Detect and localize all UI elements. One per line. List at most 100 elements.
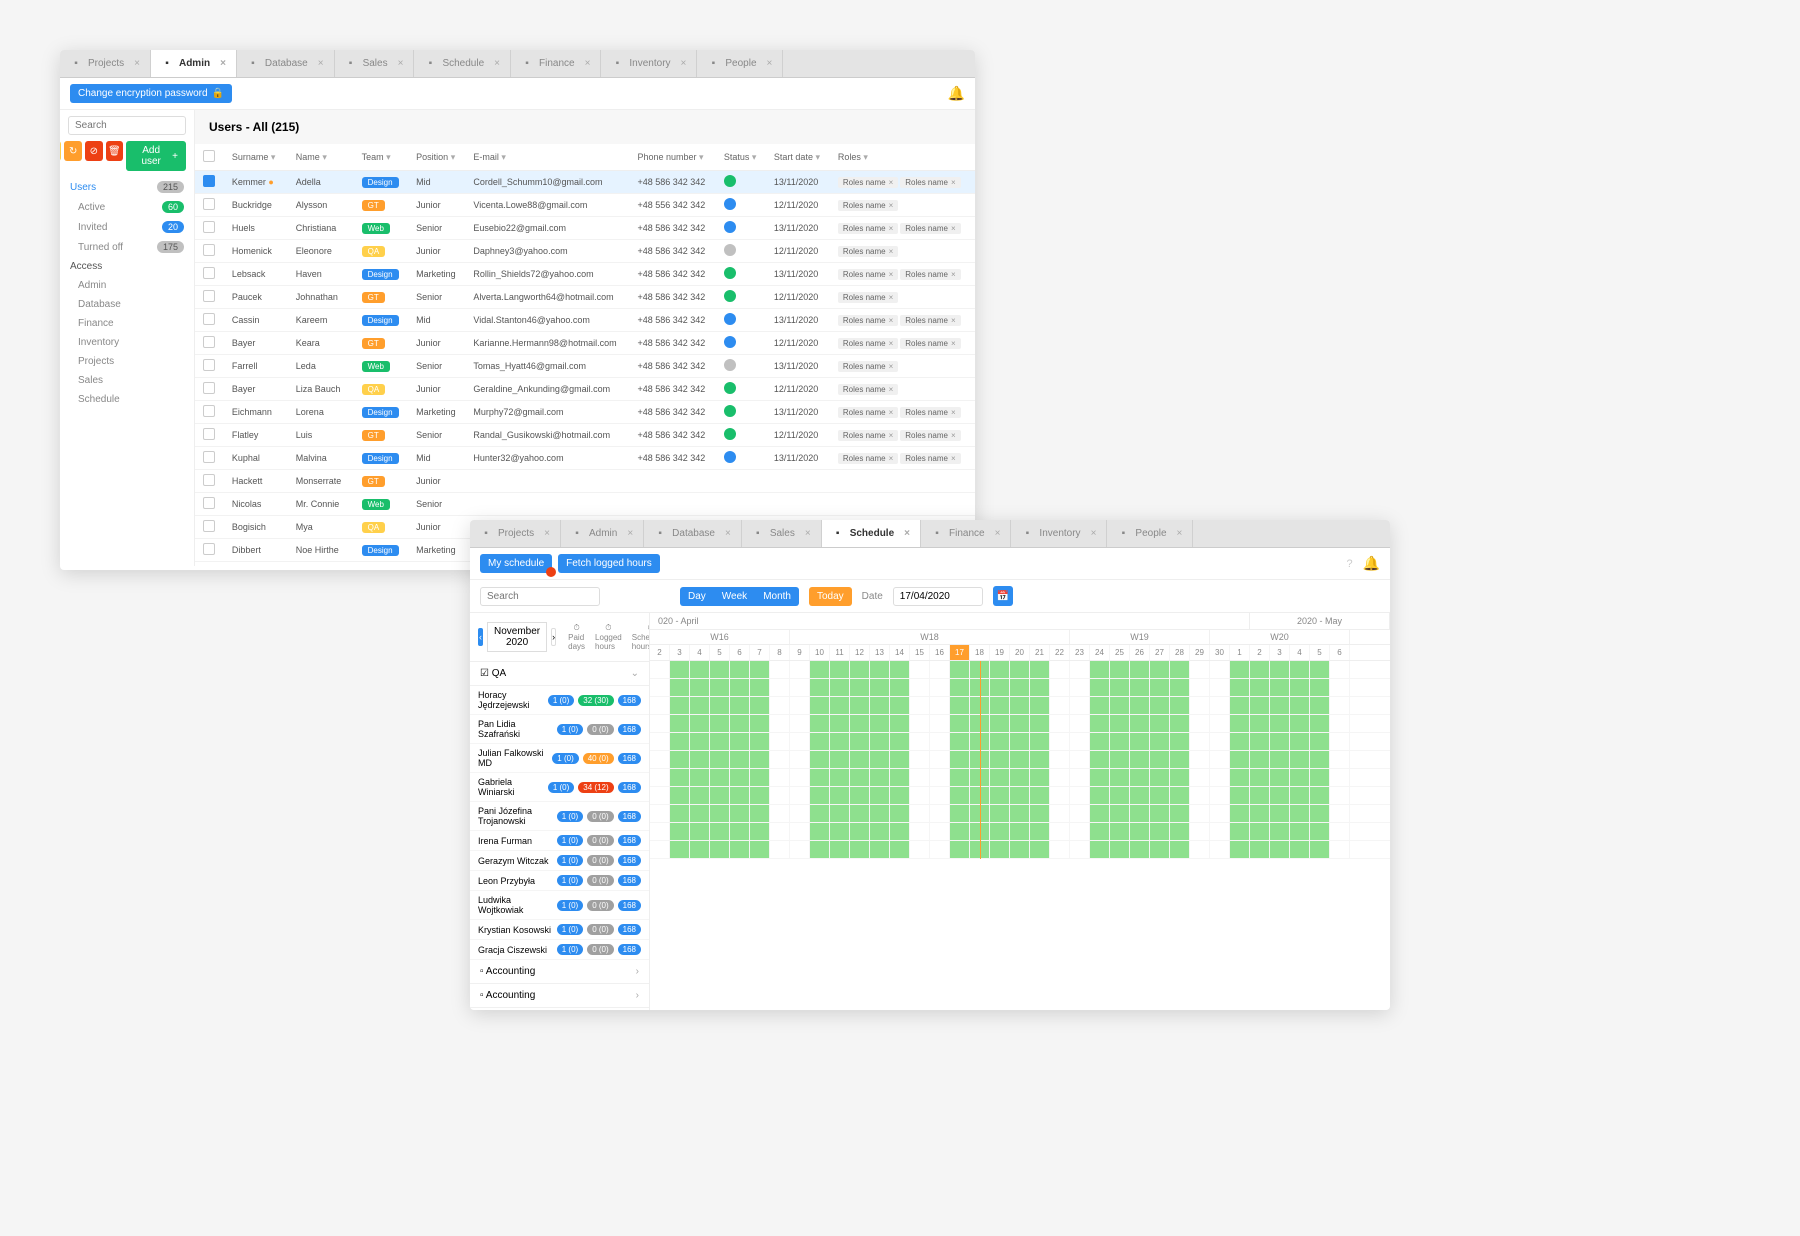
- grid-cell[interactable]: [790, 733, 810, 750]
- close-icon[interactable]: ×: [889, 408, 894, 417]
- grid-cell[interactable]: [1010, 733, 1030, 750]
- grid-cell[interactable]: [1030, 841, 1050, 858]
- role-tag[interactable]: Roles name×: [900, 453, 960, 464]
- grid-cell[interactable]: [890, 679, 910, 696]
- grid-cell[interactable]: [1330, 841, 1350, 858]
- day-cell[interactable]: 5: [710, 645, 730, 660]
- grid-cell[interactable]: [750, 841, 770, 858]
- day-cell[interactable]: 2: [650, 645, 670, 660]
- grid-cell[interactable]: [1030, 733, 1050, 750]
- grid-cell[interactable]: [1290, 661, 1310, 678]
- grid-cell[interactable]: [850, 751, 870, 768]
- grid-cell[interactable]: [1310, 751, 1330, 768]
- grid-cell[interactable]: [1010, 769, 1030, 786]
- grid-cell[interactable]: [790, 841, 810, 858]
- grid-cell[interactable]: [1070, 697, 1090, 714]
- grid-cell[interactable]: [650, 787, 670, 804]
- role-tag[interactable]: Roles name×: [900, 430, 960, 441]
- grid-cell[interactable]: [770, 751, 790, 768]
- grid-cell[interactable]: [1130, 769, 1150, 786]
- close-icon[interactable]: ×: [1177, 528, 1183, 539]
- grid-cell[interactable]: [1050, 751, 1070, 768]
- tab-sales[interactable]: ▪Sales×: [335, 50, 415, 77]
- grid-cell[interactable]: [1150, 787, 1170, 804]
- grid-cell[interactable]: [1130, 715, 1150, 732]
- row-checkbox[interactable]: [203, 474, 215, 486]
- grid-cell[interactable]: [1270, 769, 1290, 786]
- close-icon[interactable]: ×: [627, 528, 633, 539]
- grid-cell[interactable]: [1270, 787, 1290, 804]
- grid-cell[interactable]: [850, 715, 870, 732]
- row-checkbox[interactable]: [203, 520, 215, 532]
- grid-row[interactable]: [650, 661, 1390, 679]
- grid-cell[interactable]: [1170, 697, 1190, 714]
- table-row[interactable]: Homenick Eleonore QA Junior Daphney3@yah…: [195, 240, 975, 263]
- person-row[interactable]: Gracja Ciszewski 1 (0) 0 (0) 168: [470, 940, 649, 960]
- grid-cell[interactable]: [650, 661, 670, 678]
- grid-cell[interactable]: [870, 679, 890, 696]
- close-icon[interactable]: ×: [951, 224, 956, 233]
- view-day-button[interactable]: Day: [680, 587, 714, 606]
- sidebar-item-users[interactable]: Users215: [60, 177, 194, 197]
- grid-cell[interactable]: [1090, 841, 1110, 858]
- role-tag[interactable]: Roles name×: [900, 407, 960, 418]
- close-icon[interactable]: ×: [889, 385, 894, 394]
- grid-cell[interactable]: [1170, 751, 1190, 768]
- grid-cell[interactable]: [1190, 805, 1210, 822]
- close-icon[interactable]: ×: [805, 528, 811, 539]
- row-checkbox[interactable]: [203, 428, 215, 440]
- day-cell[interactable]: 24: [1090, 645, 1110, 660]
- grid-cell[interactable]: [1150, 823, 1170, 840]
- grid-cell[interactable]: [1170, 841, 1190, 858]
- day-cell[interactable]: 6: [730, 645, 750, 660]
- grid-cell[interactable]: [990, 661, 1010, 678]
- close-icon[interactable]: ×: [318, 58, 324, 69]
- grid-cell[interactable]: [1130, 751, 1150, 768]
- sidebar-item-active[interactable]: Active60: [60, 197, 194, 217]
- role-tag[interactable]: Roles name×: [838, 177, 898, 188]
- row-checkbox[interactable]: [203, 267, 215, 279]
- grid-cell[interactable]: [650, 841, 670, 858]
- col-roles[interactable]: Roles ▾: [830, 144, 975, 171]
- grid-cell[interactable]: [1090, 715, 1110, 732]
- encryption-button[interactable]: Change encryption password 🔒: [70, 84, 232, 103]
- grid-cell[interactable]: [710, 769, 730, 786]
- role-tag[interactable]: Roles name×: [838, 361, 898, 372]
- grid-cell[interactable]: [990, 841, 1010, 858]
- grid-cell[interactable]: [1170, 733, 1190, 750]
- grid-cell[interactable]: [810, 787, 830, 804]
- group-accounting[interactable]: ▫ Accounting›: [470, 984, 649, 1008]
- grid-cell[interactable]: [890, 715, 910, 732]
- grid-cell[interactable]: [870, 769, 890, 786]
- grid-cell[interactable]: [1310, 823, 1330, 840]
- grid-cell[interactable]: [670, 751, 690, 768]
- help-icon[interactable]: ?: [1346, 558, 1352, 570]
- grid-cell[interactable]: [770, 679, 790, 696]
- grid-cell[interactable]: [890, 769, 910, 786]
- grid-cell[interactable]: [1190, 751, 1210, 768]
- day-cell[interactable]: 15: [910, 645, 930, 660]
- grid-cell[interactable]: [690, 733, 710, 750]
- grid-cell[interactable]: [1130, 661, 1150, 678]
- grid-cell[interactable]: [770, 661, 790, 678]
- grid-cell[interactable]: [1270, 823, 1290, 840]
- role-tag[interactable]: Roles name×: [900, 177, 960, 188]
- grid-cell[interactable]: [890, 733, 910, 750]
- grid-cell[interactable]: [1230, 805, 1250, 822]
- grid-cell[interactable]: [1190, 661, 1210, 678]
- table-row[interactable]: Farrell Leda Web Senior Tomas_Hyatt46@gm…: [195, 355, 975, 378]
- grid-cell[interactable]: [1330, 805, 1350, 822]
- row-checkbox[interactable]: [203, 359, 215, 371]
- grid-cell[interactable]: [1110, 679, 1130, 696]
- grid-row[interactable]: [650, 769, 1390, 787]
- grid-cell[interactable]: [1330, 661, 1350, 678]
- grid-cell[interactable]: [1130, 679, 1150, 696]
- sidebar-item-finance[interactable]: Finance: [60, 314, 194, 333]
- grid-cell[interactable]: [1050, 787, 1070, 804]
- today-button[interactable]: Today: [809, 587, 852, 606]
- grid-cell[interactable]: [730, 697, 750, 714]
- grid-cell[interactable]: [650, 751, 670, 768]
- grid-cell[interactable]: [1110, 823, 1130, 840]
- close-icon[interactable]: ×: [889, 293, 894, 302]
- grid-cell[interactable]: [1210, 823, 1230, 840]
